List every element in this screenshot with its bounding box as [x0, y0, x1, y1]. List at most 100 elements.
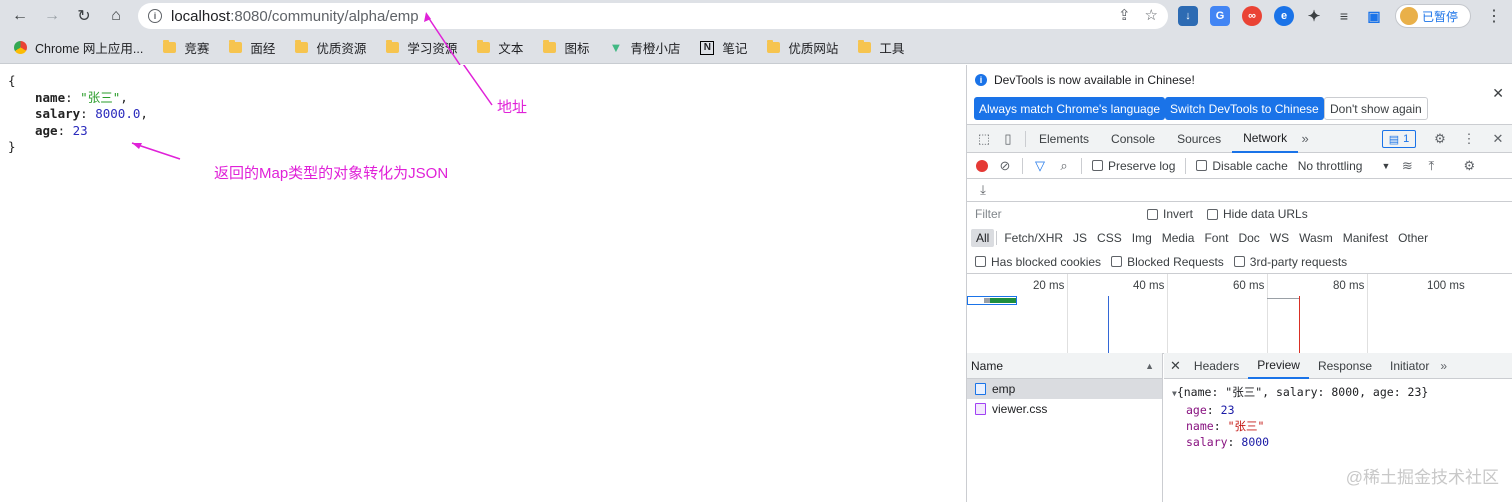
network-toolbar: ⊘ ▽ ⌕ Preserve log Disable cache No thro… [967, 153, 1512, 179]
divider [1022, 157, 1023, 174]
export-har-icon[interactable]: ⤓ [976, 182, 990, 197]
preview-summary-row[interactable]: ▼{name: "张三", salary: 8000, age: 23} [1172, 384, 1512, 402]
clear-icon[interactable]: ⊘ [998, 158, 1012, 173]
device-toolbar-icon[interactable]: ▯ [1001, 131, 1015, 146]
media-control-icon[interactable]: ≡ [1334, 6, 1354, 26]
type-img[interactable]: Img [1127, 229, 1157, 247]
type-doc[interactable]: Doc [1233, 229, 1264, 247]
annotation-arrows [131, 65, 493, 160]
invert-checkbox[interactable]: Invert [1147, 207, 1193, 221]
extension-download-icon[interactable]: ↓ [1178, 6, 1198, 26]
tab-console[interactable]: Console [1100, 125, 1166, 153]
tab-elements[interactable]: Elements [1028, 125, 1100, 153]
checkbox[interactable] [1207, 208, 1219, 220]
cookies-filter-bar: Has blocked cookies Blocked Requests 3rd… [967, 250, 1512, 274]
more-tabs-icon[interactable]: » [1298, 131, 1312, 146]
settings-gear-icon[interactable]: ⚙ [1433, 131, 1447, 146]
close-detail-icon[interactable]: ✕ [1170, 358, 1181, 374]
close-icon[interactable]: ✕ [1492, 85, 1504, 102]
bookmark-star-icon[interactable]: ☆ [1145, 6, 1158, 24]
type-media[interactable]: Media [1157, 229, 1200, 247]
hide-data-urls-checkbox[interactable]: Hide data URLs [1207, 207, 1308, 221]
record-icon[interactable] [976, 159, 988, 172]
timeline-gridline [1067, 274, 1068, 354]
issues-badge[interactable]: ▤ 1 [1382, 130, 1416, 148]
type-manifest[interactable]: Manifest [1338, 229, 1393, 247]
load-event-line [1299, 296, 1300, 354]
checkbox[interactable] [1196, 160, 1208, 171]
checkbox[interactable] [1092, 160, 1103, 171]
network-conditions-icon[interactable]: ≋ [1400, 158, 1414, 173]
throttling-select[interactable]: No throttling ▼ [1298, 159, 1391, 173]
inspect-element-icon[interactable]: ⬚ [977, 131, 991, 146]
devtools-panel: i DevTools is now available in Chinese! … [966, 65, 1512, 502]
preview-key: name [1186, 419, 1214, 433]
tab-sources[interactable]: Sources [1166, 125, 1232, 153]
extension-edge-icon[interactable]: e [1274, 6, 1294, 26]
type-wasm[interactable]: Wasm [1294, 229, 1338, 247]
extensions-puzzle-icon[interactable]: ✦ [1304, 6, 1324, 26]
divider [996, 231, 998, 245]
timeline-request-bar [967, 296, 1017, 305]
checkbox[interactable] [1147, 208, 1158, 220]
tab-response[interactable]: Response [1309, 353, 1381, 379]
type-js[interactable]: JS [1068, 229, 1092, 247]
type-ws[interactable]: WS [1265, 229, 1294, 247]
timeline-gridline [1367, 274, 1368, 354]
dropdown-arrow-icon: ▼ [1381, 160, 1391, 171]
tab-network[interactable]: Network [1232, 124, 1299, 153]
checkbox[interactable] [1111, 256, 1123, 267]
checkbox-label: Blocked Requests [1127, 254, 1224, 269]
side-panel-icon[interactable]: ▣ [1364, 6, 1384, 26]
type-fetch-xhr[interactable]: Fetch/XHR [999, 229, 1068, 247]
extension-translate-icon[interactable]: G [1210, 6, 1230, 26]
dont-show-again-button[interactable]: Don't show again [1324, 97, 1428, 120]
name-column-header[interactable]: Name ▲ [967, 353, 1162, 379]
switch-chinese-button[interactable]: Switch DevTools to Chinese [1165, 97, 1324, 120]
type-all[interactable]: All [971, 229, 995, 247]
tab-headers[interactable]: Headers [1185, 353, 1248, 379]
preserve-log-checkbox[interactable]: Preserve log [1092, 159, 1175, 173]
avatar [1400, 7, 1418, 25]
profile-button[interactable]: 已暂停 [1395, 4, 1471, 28]
filter-funnel-icon[interactable]: ▽ [1033, 158, 1047, 173]
share-icon[interactable]: ⇪ [1118, 6, 1131, 24]
network-timeline[interactable]: 20 ms 40 ms 60 ms 80 ms 100 ms [967, 274, 1512, 354]
tab-initiator[interactable]: Initiator [1381, 353, 1438, 379]
third-party-checkbox[interactable]: 3rd-party requests [1233, 255, 1347, 269]
browser-menu-icon[interactable]: ⋮ [1482, 4, 1506, 28]
blocked-requests-checkbox[interactable]: Blocked Requests [1111, 255, 1224, 269]
json-preview: ▼{name: "张三", salary: 8000, age: 23} age… [1164, 379, 1512, 450]
more-detail-tabs-icon[interactable]: » [1440, 359, 1447, 373]
divider [1025, 130, 1026, 147]
request-row-emp[interactable]: emp [967, 379, 1162, 399]
close-devtools-icon[interactable]: ✕ [1491, 131, 1505, 146]
preview-row-age: age: 23 [1186, 403, 1235, 417]
kebab-menu-icon[interactable]: ⋮ [1462, 131, 1476, 146]
network-settings-icon[interactable]: ⚙ [1462, 158, 1476, 173]
type-font[interactable]: Font [1199, 229, 1233, 247]
checkbox[interactable] [1233, 256, 1245, 267]
request-row-viewer-css[interactable]: viewer.css [967, 399, 1162, 419]
arrowhead-json [132, 143, 142, 149]
preview-string: "张三" [1227, 419, 1265, 433]
search-icon[interactable]: ⌕ [1057, 158, 1071, 173]
disable-cache-checkbox[interactable]: Disable cache [1196, 159, 1288, 173]
type-other[interactable]: Other [1393, 229, 1433, 247]
checkbox[interactable] [975, 256, 986, 267]
dom-content-loaded-line [1108, 296, 1109, 354]
infobar-message: DevTools is now available in Chinese! [994, 73, 1195, 87]
request-detail: ✕ Headers Preview Response Initiator » ▼… [1164, 353, 1512, 502]
extension-infinity-icon[interactable]: ∞ [1242, 6, 1262, 26]
watermark: @稀土掘金技术社区 [1345, 468, 1499, 487]
tab-preview[interactable]: Preview [1248, 353, 1309, 379]
devtools-tabbar: ⬚ ▯ Elements Console Sources Network » ▤… [967, 124, 1512, 153]
profile-label: 已暂停 [1422, 9, 1459, 24]
blocked-cookies-checkbox[interactable]: Has blocked cookies [975, 255, 1101, 269]
import-har-icon[interactable]: ⤒ [1424, 158, 1438, 173]
filter-input[interactable]: Filter [973, 205, 1133, 223]
timeline-tick: 80 ms [1333, 280, 1365, 292]
timeline-tick: 60 ms [1233, 280, 1265, 292]
type-css[interactable]: CSS [1092, 229, 1127, 247]
match-language-button[interactable]: Always match Chrome's language [974, 97, 1166, 120]
